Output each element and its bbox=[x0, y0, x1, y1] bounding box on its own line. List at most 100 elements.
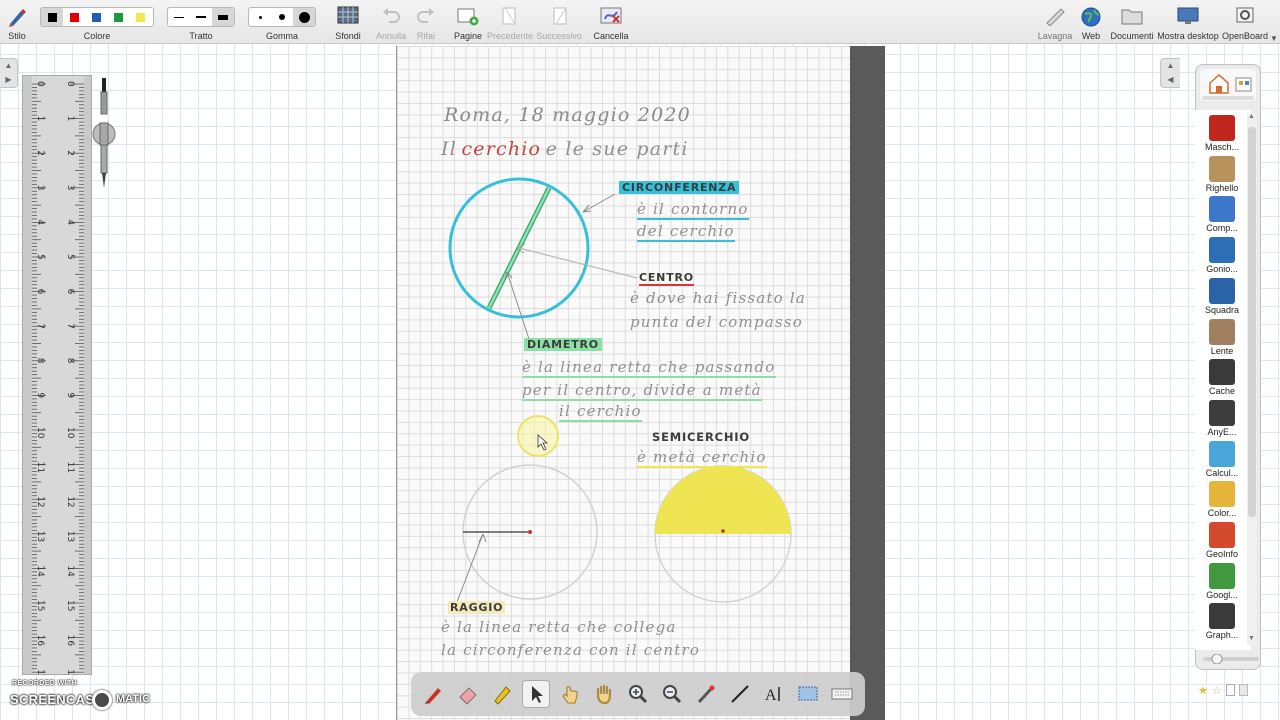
line-button[interactable] bbox=[726, 680, 754, 708]
pan-button[interactable] bbox=[590, 680, 618, 708]
pen-icon bbox=[9, 9, 26, 27]
highlighter-button[interactable] bbox=[488, 680, 516, 708]
redo-button[interactable]: Rifai bbox=[411, 0, 441, 44]
undo-button[interactable]: Annulla bbox=[376, 0, 406, 44]
next-page-button[interactable]: Successivo bbox=[536, 0, 582, 44]
ruler-number: 1 bbox=[65, 116, 75, 122]
ruler-number: 11 bbox=[65, 462, 75, 473]
watermark-recorded: RECORDED WITH bbox=[12, 680, 78, 687]
svg-text:A: A bbox=[765, 687, 777, 704]
zoom-in-button[interactable] bbox=[624, 680, 652, 708]
scroll-down-icon[interactable]: ▼ bbox=[1248, 635, 1255, 642]
library-item[interactable]: Cache bbox=[1195, 358, 1249, 398]
eraser-button[interactable] bbox=[454, 680, 482, 708]
ruler-number: 2 bbox=[35, 150, 45, 156]
screencast-watermark: RECORDED WITH SCREENCAST MATIC bbox=[10, 680, 170, 714]
library-item-label: Googl... bbox=[1206, 589, 1238, 600]
text-button[interactable]: A bbox=[760, 680, 788, 708]
scroll-thumb[interactable] bbox=[1248, 127, 1256, 517]
new-folder-icon[interactable] bbox=[1225, 684, 1235, 696]
magnifier-icon bbox=[1209, 318, 1235, 345]
library-item[interactable]: Calcul... bbox=[1195, 440, 1249, 480]
record-icon bbox=[92, 690, 112, 710]
laser-pointer-button[interactable] bbox=[692, 680, 720, 708]
documents-button[interactable]: Documenti bbox=[1110, 0, 1154, 44]
library-item[interactable]: Comp... bbox=[1195, 195, 1249, 235]
delete-icon[interactable] bbox=[1238, 684, 1248, 696]
web-button[interactable]: Web bbox=[1076, 0, 1106, 44]
ruler-tool[interactable]: 0 0 1 1 2 2 3 3 4 4 5 5 6 6 7 7 8 8 9 9 10 10 11 11 12 12 13 13 14 14… bbox=[22, 75, 92, 676]
radius-text-1: è la linea retta che collega bbox=[441, 618, 677, 636]
left-panel-toggle[interactable]: ▲ ▶ bbox=[0, 58, 18, 88]
library-item[interactable]: Lente bbox=[1195, 318, 1249, 358]
ruler-number: 12 bbox=[65, 496, 75, 507]
chevron-down-icon[interactable]: ▼ bbox=[1270, 34, 1278, 43]
add-favorite-icon[interactable]: ☆ bbox=[1212, 684, 1222, 698]
keyboard-icon bbox=[831, 688, 853, 700]
openboard-label: OpenBoard bbox=[1221, 31, 1269, 41]
library-item-label: Squadra bbox=[1204, 304, 1240, 315]
library-item[interactable]: Graph... bbox=[1195, 602, 1249, 642]
pen-icon bbox=[425, 688, 441, 704]
library-item-label: Righello bbox=[1205, 182, 1239, 193]
pen-button[interactable] bbox=[420, 680, 448, 708]
ruler-number: 13 bbox=[65, 531, 75, 542]
library-scrollbar[interactable]: ▲ ▼ bbox=[1247, 113, 1257, 645]
show-desktop-button[interactable]: Mostra desktop bbox=[1157, 0, 1219, 44]
show-desktop-label: Mostra desktop bbox=[1157, 31, 1219, 41]
protractor-icon bbox=[1209, 237, 1235, 264]
ruler-number: 0 bbox=[35, 81, 45, 87]
library-item[interactable]: AnyE... bbox=[1195, 399, 1249, 439]
add-page-icon bbox=[457, 8, 479, 26]
library-item[interactable]: Squadra bbox=[1195, 277, 1249, 317]
capture-icon bbox=[798, 686, 818, 701]
ruler-number: 9 bbox=[35, 392, 45, 398]
next-label: Successivo bbox=[536, 31, 582, 41]
ruler-number: 1 bbox=[35, 116, 45, 122]
watermark-suffix: MATIC bbox=[116, 693, 151, 705]
folder-icon bbox=[1121, 9, 1143, 25]
library-zoom-slider[interactable] bbox=[1203, 654, 1259, 664]
scroll-up-icon[interactable]: ▲ bbox=[1248, 113, 1255, 120]
circumference-text-2: del cerchio bbox=[637, 222, 735, 242]
library-item[interactable]: GeoInfo bbox=[1195, 521, 1249, 561]
graph-icon bbox=[1209, 603, 1235, 630]
library-item[interactable]: Color... bbox=[1195, 480, 1249, 520]
ruler-number: 9 bbox=[65, 392, 75, 398]
web-label: Web bbox=[1081, 31, 1101, 41]
ruler-number: 14 bbox=[35, 565, 45, 577]
notebook-page[interactable]: Roma, 18 maggio 2020 Il cerchio e le sue… bbox=[396, 46, 850, 720]
center-text-1: è dove hai fissato la bbox=[630, 289, 807, 307]
circumference-text-1: è il contorno bbox=[637, 200, 749, 220]
undo-label: Annulla bbox=[375, 31, 407, 41]
board-button[interactable]: Lavagna bbox=[1038, 0, 1072, 44]
compass-tool-icon[interactable] bbox=[90, 78, 118, 190]
select-button[interactable] bbox=[522, 680, 550, 708]
backgrounds-button[interactable]: Sfondi bbox=[333, 0, 363, 44]
library-item[interactable]: Googl... bbox=[1195, 562, 1249, 602]
library-item[interactable]: Righello bbox=[1195, 155, 1249, 195]
clear-button[interactable]: Cancella bbox=[593, 0, 629, 44]
ruler-number: 0 bbox=[65, 81, 75, 87]
color-group: Colore bbox=[40, 0, 154, 44]
ruler-number: 8 bbox=[65, 358, 75, 364]
hand-icon bbox=[596, 684, 612, 705]
interact-button[interactable] bbox=[556, 680, 584, 708]
zoom-out-button[interactable] bbox=[658, 680, 686, 708]
pen-tool-button[interactable]: Stilo bbox=[2, 0, 32, 44]
library-list: Masch... Righello Comp... Gonio... Squadra Le… bbox=[1195, 110, 1251, 650]
color-label: Colore bbox=[83, 31, 111, 41]
library-item[interactable]: Masch... bbox=[1195, 114, 1249, 154]
library-item[interactable]: Gonio... bbox=[1195, 236, 1249, 276]
watermark-brand: SCREENCAST bbox=[10, 692, 103, 707]
favorite-star-icon[interactable]: ★ bbox=[1198, 684, 1208, 698]
right-panel-toggle[interactable]: ▲ ◀ bbox=[1160, 58, 1180, 88]
openboard-menu-button[interactable]: OpenBoard bbox=[1222, 0, 1268, 44]
arrow-left-icon: ◀ bbox=[1167, 75, 1174, 84]
keyboard-button[interactable] bbox=[828, 680, 856, 708]
floating-toolbar: A bbox=[411, 672, 865, 716]
previous-page-button[interactable]: Precedente bbox=[487, 0, 533, 44]
library-item-label: AnyE... bbox=[1207, 426, 1237, 437]
pages-button[interactable]: Pagine bbox=[453, 0, 483, 44]
capture-button[interactable] bbox=[794, 680, 822, 708]
